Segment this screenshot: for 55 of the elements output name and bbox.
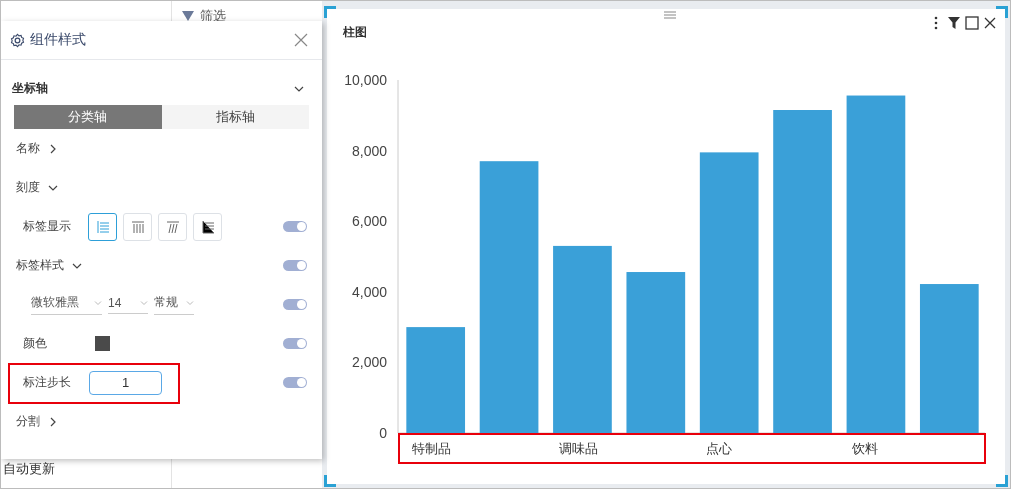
chevron-down-icon [186,298,194,307]
toggle-switch[interactable] [283,299,307,310]
filter-icon[interactable] [947,16,961,30]
settings-icon [10,32,25,48]
step-input[interactable]: 1 [89,370,162,395]
y-tick-label: 0 [379,425,387,441]
vertical-lines-icon [130,219,145,234]
auto-update-label: 自动更新 [2,460,56,478]
y-tick-label: 6,000 [351,213,387,230]
dropdown[interactable]: 14 [108,295,148,314]
drag-handle-icon[interactable] [664,11,676,19]
y-tick-label: 4,000 [351,283,387,300]
chevron-right-icon[interactable] [48,143,58,154]
y-tick-label: 10,000 [344,72,387,88]
dropdown-value: 微软雅黑 [31,294,79,311]
setting-label: 标签样式 [16,257,64,274]
y-tick-label: 2,000 [351,354,387,371]
toggle-switch[interactable] [283,221,307,232]
setting-label: 名称 [16,140,40,157]
setting-label: 颜色 [23,335,47,352]
filter-heading: 筛选 [200,7,226,25]
chevron-right-icon[interactable] [48,416,58,427]
resize-handle[interactable] [324,475,336,487]
slanted-lines-icon [165,219,180,234]
x-axis-label: 点心 [705,441,732,456]
dropdown-value: 常规 [154,294,178,311]
section-heading: 坐标轴 [12,80,48,97]
setting-label: 标注步长 [23,374,71,391]
setting-label: 分割 [16,413,40,430]
resize-handle[interactable] [996,6,1008,18]
chevron-down-icon [140,298,148,307]
toggle-switch[interactable] [283,260,307,271]
toggle-switch[interactable] [283,338,307,349]
maximize-icon[interactable] [965,16,979,30]
setting-label: 标签显示 [23,218,71,235]
close-icon[interactable] [983,16,997,30]
chart-title: 柱图 [343,23,367,41]
triangle-icon [182,11,194,21]
y-tick-label: 8,000 [351,142,387,159]
x-axis-label: 特制品 [412,441,451,456]
chevron-down-icon [94,298,102,307]
tab[interactable]: 分类轴 [14,105,162,129]
dropdown[interactable]: 微软雅黑 [31,294,102,315]
panel-title: 组件样式 [30,31,87,49]
toggle-switch[interactable] [283,377,307,388]
x-axis-label: 饮料 [852,441,879,456]
resize-handle[interactable] [996,475,1008,487]
resize-handle[interactable] [324,6,336,18]
x-axis-label: 调味品 [558,441,598,456]
setting-label: 刻度 [16,179,40,196]
dropdown[interactable]: 常规 [154,294,194,315]
dropdown-value: 14 [108,295,122,310]
color-swatch[interactable] [95,336,110,351]
tab[interactable]: 指标轴 [161,105,309,129]
horizontal-lines-icon [95,219,110,234]
